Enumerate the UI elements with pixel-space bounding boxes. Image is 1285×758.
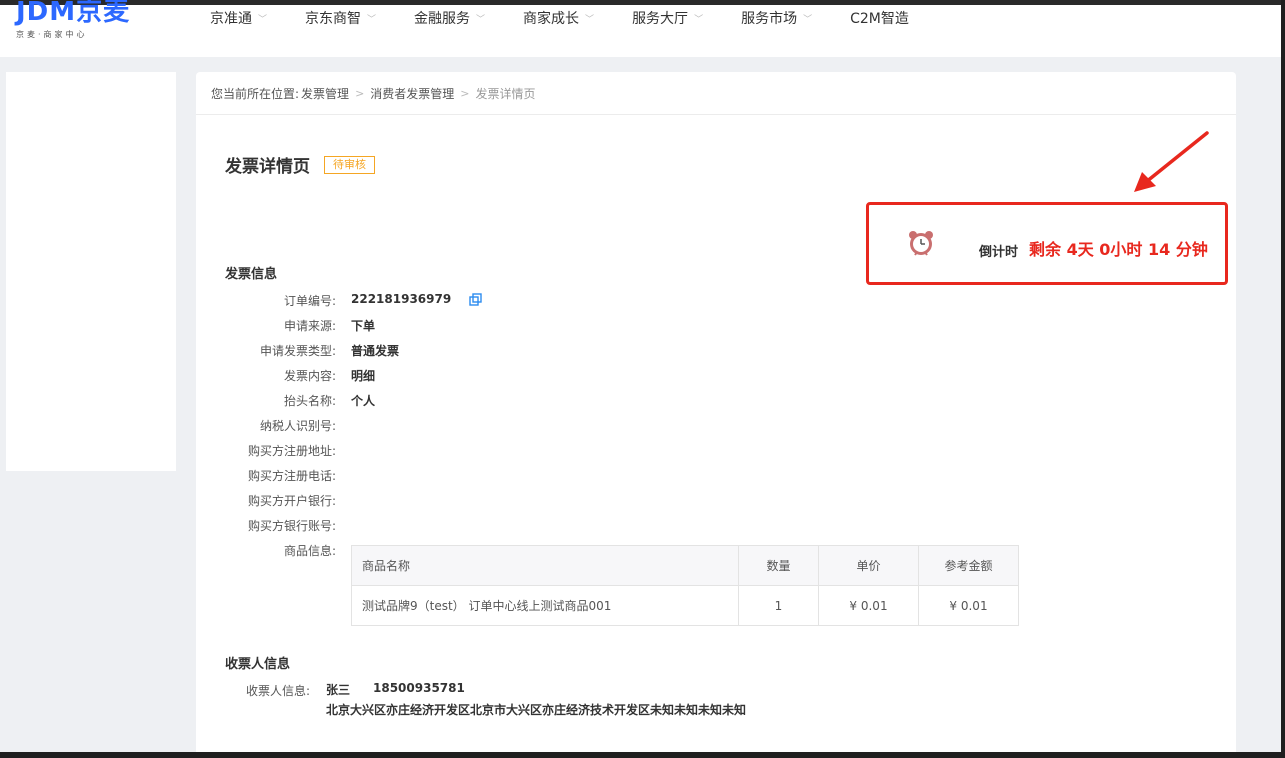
field-value: 明细 <box>351 369 376 383</box>
alarm-clock-icon <box>909 231 933 256</box>
breadcrumb: 您当前所在位置: 发票管理 > 消费者发票管理 > 发票详情页 <box>196 72 1236 115</box>
chevron-down-icon: ﹀ <box>803 14 813 25</box>
status-badge: 待审核 <box>324 155 375 174</box>
receiver-label: 收票人信息: <box>246 684 311 698</box>
field-label: 购买方开户银行: <box>247 494 336 508</box>
table-cell: ¥ 0.01 <box>818 585 919 626</box>
table-header-amount: 参考金额 <box>918 545 1019 586</box>
chevron-down-icon: ﹀ <box>258 14 268 25</box>
nav-item-shangzhi[interactable]: 京东商智 ﹀ <box>305 8 376 28</box>
nav-item-c2m[interactable]: C2M智造 <box>850 8 909 28</box>
annotation-arrow-icon <box>1134 131 1209 192</box>
field-label: 购买方银行账号: <box>247 519 336 533</box>
title-row: 发票详情页 待审核 <box>225 152 375 177</box>
field-source: 申请来源: 下单 <box>196 317 996 337</box>
countdown-label: 倒计时 <box>979 245 1019 260</box>
chevron-down-icon: ﹀ <box>476 14 486 25</box>
nav-item-finance[interactable]: 金融服务 ﹀ <box>414 8 485 28</box>
receiver-name: 张三 <box>326 683 351 697</box>
chevron-down-icon: ﹀ <box>694 14 704 25</box>
field-value: 普通发票 <box>351 344 400 358</box>
table-header-qty: 数量 <box>738 545 819 586</box>
invoice-detail-card: 您当前所在位置: 发票管理 > 消费者发票管理 > 发票详情页 发票详情页 待审… <box>196 72 1236 752</box>
field-label: 发票内容: <box>283 369 336 383</box>
field-label: 购买方注册电话: <box>247 469 336 483</box>
chevron-down-icon: ﹀ <box>367 14 377 25</box>
logo-main: JDM京麦 <box>16 0 131 27</box>
receiver-address: 北京大兴区亦庄经济开发区北京市大兴区亦庄经济技术开发区未知未知未知未知 <box>326 703 747 717</box>
receiver-section-title: 收票人信息 <box>225 657 291 672</box>
field-label: 商品信息: <box>283 544 336 558</box>
field-value: 222181936979 <box>351 292 452 306</box>
field-buyer-account: 购买方银行账号: <box>196 517 996 537</box>
top-navbar: JDM京麦 京麦·商家中心 京准通 ﹀ 京东商智 ﹀ 金融服务 ﹀ 商家成长 ﹀ 服务大… <box>0 0 1281 57</box>
chevron-right-icon: > <box>355 86 365 100</box>
countdown-highlight: 倒计时 剩余 4天 0小时 14 分钟 <box>866 202 1228 285</box>
field-buyer-address: 购买方注册地址: <box>196 442 996 462</box>
table-cell: 测试品牌9（test） 订单中心线上测试商品001 <box>351 585 739 626</box>
breadcrumb-item-consumer-invoice[interactable]: 消费者发票管理 <box>370 85 454 102</box>
breadcrumb-item-invoice-mgmt[interactable]: 发票管理 <box>301 85 349 102</box>
field-buyer-bank: 购买方开户银行: <box>196 492 996 512</box>
field-buyer-phone: 购买方注册电话: <box>196 467 996 487</box>
invoice-section-title: 发票信息 <box>225 267 278 282</box>
field-value: 个人 <box>351 394 376 408</box>
jdm-logo[interactable]: JDM京麦 京麦·商家中心 <box>16 0 146 47</box>
nav-item-jingzhuntong[interactable]: 京准通 ﹀ <box>210 8 267 28</box>
sidebar <box>6 72 176 471</box>
countdown-value: 剩余 4天 0小时 14 分钟 <box>1029 240 1208 259</box>
window-edge <box>1281 0 1285 758</box>
viewport: JDM京麦 京麦·商家中心 京准通 ﹀ 京东商智 ﹀ 金融服务 ﹀ 商家成长 ﹀ 服务大… <box>0 0 1281 752</box>
table-cell: ¥ 0.01 <box>918 585 1019 626</box>
page-title: 发票详情页 <box>225 157 310 177</box>
field-title-name: 抬头名称: 个人 <box>196 392 996 412</box>
field-label: 抬头名称: <box>283 394 336 408</box>
field-content: 发票内容: 明细 <box>196 367 996 387</box>
breadcrumb-item-current: 发票详情页 <box>475 86 536 101</box>
field-tax-id: 纳税人识别号: <box>196 417 996 437</box>
table-header-name: 商品名称 <box>351 545 739 586</box>
table-header-row: 商品名称 数量 单价 参考金额 <box>351 545 1019 586</box>
breadcrumb-prefix: 您当前所在位置: <box>211 86 300 101</box>
field-invoice-type: 申请发票类型: 普通发票 <box>196 342 996 362</box>
field-label: 购买方注册地址: <box>247 444 336 458</box>
field-label: 申请发票类型: <box>259 344 336 358</box>
copy-icon[interactable] <box>469 293 483 307</box>
chevron-down-icon: ﹀ <box>585 14 595 25</box>
nav-item-service-market[interactable]: 服务市场 ﹀ <box>741 8 812 28</box>
table-cell: 1 <box>738 585 819 626</box>
receiver-phone: 18500935781 <box>373 681 465 695</box>
field-label: 申请来源: <box>283 319 336 333</box>
table-row: 测试品牌9（test） 订单中心线上测试商品001 1 ¥ 0.01 ¥ 0.0… <box>351 585 1019 626</box>
table-header-price: 单价 <box>818 545 919 586</box>
goods-table: 商品名称 数量 单价 参考金额 测试品牌9（test） 订单中心线上测试商品00… <box>351 545 1019 626</box>
field-order-number: 订单编号: 222181936979 <box>196 292 996 312</box>
field-label: 纳税人识别号: <box>259 419 336 433</box>
field-value: 下单 <box>351 319 376 333</box>
field-label: 订单编号: <box>283 294 336 308</box>
nav-item-growth[interactable]: 商家成长 ﹀ <box>523 8 594 28</box>
logo-subtitle: 京麦·商家中心 <box>16 30 88 39</box>
nav-item-service-hall[interactable]: 服务大厅 ﹀ <box>632 8 703 28</box>
main-nav: 京准通 ﹀ 京东商智 ﹀ 金融服务 ﹀ 商家成长 ﹀ 服务大厅 ﹀ 服务市场 ﹀ C2M智造 <box>210 8 947 28</box>
chevron-right-icon: > <box>460 86 470 100</box>
